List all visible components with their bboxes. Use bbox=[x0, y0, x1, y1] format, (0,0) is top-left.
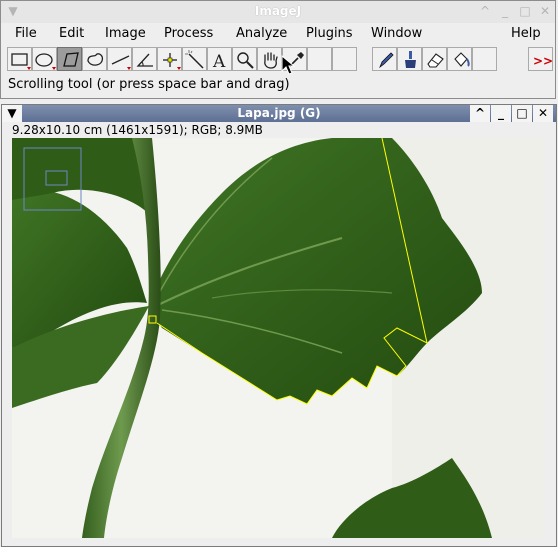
empty-tool-slot bbox=[332, 47, 357, 71]
freehand-tool-button[interactable] bbox=[82, 47, 107, 71]
image-maximize-icon[interactable]: □ bbox=[512, 105, 532, 122]
point-tool-icon bbox=[163, 53, 181, 70]
freehand-tool-icon bbox=[87, 53, 104, 66]
menu-analyze[interactable]: Analyze bbox=[236, 26, 287, 41]
image-canvas[interactable] bbox=[12, 138, 544, 538]
image-close-icon[interactable]: ✕ bbox=[533, 105, 553, 122]
image-shade-icon[interactable]: ^ bbox=[470, 105, 490, 122]
more-tools-icon: >> bbox=[533, 54, 553, 68]
close-icon[interactable]: ✕ bbox=[537, 3, 553, 19]
menu-image[interactable]: Image bbox=[105, 26, 146, 41]
wand-tool-icon bbox=[185, 50, 204, 69]
point-tool-button[interactable] bbox=[157, 47, 182, 71]
menu-file[interactable]: File bbox=[15, 26, 37, 41]
hand-scroll-tool-icon bbox=[264, 52, 278, 69]
menu-edit[interactable]: Edit bbox=[59, 26, 84, 41]
status-bar: Scrolling tool (or press space bar and d… bbox=[8, 77, 290, 92]
leaf-image bbox=[12, 138, 544, 538]
line-tool-icon bbox=[111, 55, 131, 70]
shade-icon[interactable]: ^ bbox=[477, 3, 493, 19]
brush-tool-icon bbox=[405, 51, 416, 68]
menu-plugins[interactable]: Plugins bbox=[306, 26, 353, 41]
rectangle-tool-button[interactable] bbox=[7, 47, 32, 71]
text-tool-button[interactable]: A bbox=[207, 47, 232, 72]
eraser-tool-button[interactable] bbox=[422, 47, 447, 71]
oval-tool-button[interactable] bbox=[32, 47, 57, 71]
menu-window[interactable]: Window bbox=[371, 26, 422, 41]
menubar: File Edit Image Process Analyze Plugins … bbox=[1, 23, 555, 45]
flood-fill-tool-icon bbox=[454, 52, 470, 67]
svg-text:>>: >> bbox=[533, 54, 553, 68]
imagej-main-window: ImageJ ▼ ^ _ □ ✕ File Edit Image Process… bbox=[0, 0, 556, 99]
image-minimize-icon[interactable]: _ bbox=[491, 105, 511, 122]
wand-tool-button[interactable] bbox=[182, 47, 207, 71]
hand-scroll-tool-button[interactable] bbox=[257, 47, 282, 71]
oval-tool-icon bbox=[35, 53, 56, 70]
mouse-cursor-icon bbox=[281, 55, 295, 75]
angle-tool-icon bbox=[136, 53, 153, 67]
maximize-icon[interactable]: □ bbox=[517, 3, 533, 19]
polygon-tool-button[interactable] bbox=[57, 47, 82, 71]
more-tools-button[interactable]: >> bbox=[528, 47, 553, 71]
image-window-titlebar[interactable]: ▼ Lapa.jpg (G) ^ _ □ ✕ bbox=[2, 105, 556, 122]
main-window-title: ImageJ bbox=[254, 4, 302, 18]
empty-tool-slot bbox=[307, 47, 332, 71]
rectangle-tool-icon bbox=[11, 53, 31, 70]
eraser-tool-icon bbox=[427, 53, 444, 68]
menu-help[interactable]: Help bbox=[511, 26, 541, 41]
menu-process[interactable]: Process bbox=[164, 26, 213, 41]
pencil-tool-button[interactable] bbox=[372, 47, 397, 71]
brush-tool-button[interactable] bbox=[397, 47, 422, 71]
magnifier-tool-button[interactable] bbox=[232, 47, 257, 71]
window-menu-icon[interactable]: ▼ bbox=[5, 3, 21, 19]
line-tool-button[interactable] bbox=[107, 47, 132, 71]
angle-tool-button[interactable] bbox=[132, 47, 157, 71]
polygon-tool-icon bbox=[63, 52, 79, 67]
svg-text:A: A bbox=[212, 52, 226, 72]
image-window: ▼ Lapa.jpg (G) ^ _ □ ✕ 9.28x10.10 cm (14… bbox=[1, 104, 557, 547]
minimize-icon[interactable]: _ bbox=[497, 3, 513, 19]
empty-tool-slot bbox=[472, 47, 497, 71]
pencil-tool-icon bbox=[379, 52, 394, 69]
magnifier-tool-icon bbox=[237, 52, 254, 69]
flood-fill-tool-button[interactable] bbox=[447, 47, 472, 71]
image-info: 9.28x10.10 cm (1461x1591); RGB; 8.9MB bbox=[12, 123, 263, 137]
text-tool-icon: A bbox=[212, 52, 226, 72]
main-titlebar[interactable]: ImageJ ▼ ^ _ □ ✕ bbox=[1, 1, 555, 24]
